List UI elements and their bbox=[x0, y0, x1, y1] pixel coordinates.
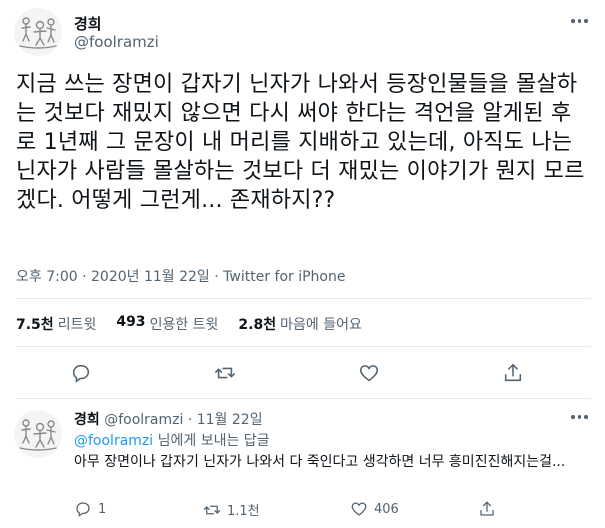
reply-header: 경희 @foolramzi · 11월 22일 bbox=[74, 409, 263, 429]
replying-to: @foolramzi 님에게 보내는 답글 bbox=[74, 430, 270, 450]
author-name[interactable]: 경희 bbox=[74, 13, 102, 34]
like-icon[interactable] bbox=[358, 362, 382, 386]
reply-text: 아무 장면이나 갑자기 닌자가 나와서 다 죽인다고 생각하면 너무 흥미진진해… bbox=[74, 454, 566, 470]
reply-avatar[interactable] bbox=[14, 410, 62, 458]
reply-icon bbox=[76, 502, 90, 518]
reply-actions: 1 1.1천 406 bbox=[74, 500, 594, 520]
retweets-label: 리트윗 bbox=[57, 317, 97, 333]
retweet-icon[interactable] bbox=[214, 362, 238, 386]
avatar[interactable] bbox=[14, 8, 62, 56]
likes-label: 마음에 들어요 bbox=[280, 317, 362, 333]
likes-stat[interactable]: 2.8천 마음에 들어요 bbox=[238, 314, 361, 334]
share-icon[interactable] bbox=[502, 362, 526, 386]
divider bbox=[16, 398, 591, 399]
quotes-label: 인용한 트윗 bbox=[149, 317, 219, 333]
reply-icon[interactable] bbox=[70, 362, 94, 386]
reply-more-options-icon[interactable] bbox=[571, 410, 591, 424]
retweets-stat[interactable]: 7.5천 리트윗 bbox=[16, 314, 96, 334]
tweet-actions bbox=[16, 362, 591, 386]
share-icon bbox=[480, 501, 494, 516]
reply-reply-button[interactable]: 1 bbox=[74, 500, 106, 518]
reply-count: 1 bbox=[98, 501, 107, 517]
replying-to-handle[interactable]: @foolramzi bbox=[74, 433, 153, 449]
like-icon bbox=[351, 502, 367, 516]
reply-retweet-count: 1.1천 bbox=[227, 504, 260, 519]
quotes-count: 493 bbox=[116, 314, 146, 330]
tweet-stats: 7.5천 리트윗 493 인용한 트윗 2.8천 마음에 들어요 bbox=[16, 314, 362, 334]
reply-share-button[interactable] bbox=[478, 500, 496, 518]
retweets-count: 7.5천 bbox=[16, 317, 54, 333]
divider bbox=[16, 298, 591, 299]
reply-like-button[interactable]: 406 bbox=[350, 500, 399, 518]
reply-retweet-button[interactable]: 1.1천 bbox=[203, 500, 260, 519]
reply-author-name[interactable]: 경희 bbox=[74, 412, 100, 428]
more-options-icon[interactable] bbox=[571, 14, 591, 28]
replying-to-suffix: 님에게 보내는 답글 bbox=[153, 433, 270, 449]
divider bbox=[16, 346, 591, 347]
reply-like-count: 406 bbox=[374, 501, 399, 517]
reply-author-meta[interactable]: @foolramzi · 11월 22일 bbox=[104, 412, 262, 428]
retweet-icon bbox=[203, 505, 221, 514]
tweet-timestamp[interactable]: 오후 7:00 · 2020년 11월 22일 · Twitter for iP… bbox=[16, 266, 345, 286]
tweet-text: 지금 쓰는 장면이 갑자기 닌자가 나와서 등장인물들을 몰살하는 것보다 재밌… bbox=[16, 72, 585, 213]
quotes-stat[interactable]: 493 인용한 트윗 bbox=[116, 314, 218, 334]
likes-count: 2.8천 bbox=[238, 317, 277, 333]
author-handle[interactable]: @foolramzi bbox=[74, 33, 159, 51]
